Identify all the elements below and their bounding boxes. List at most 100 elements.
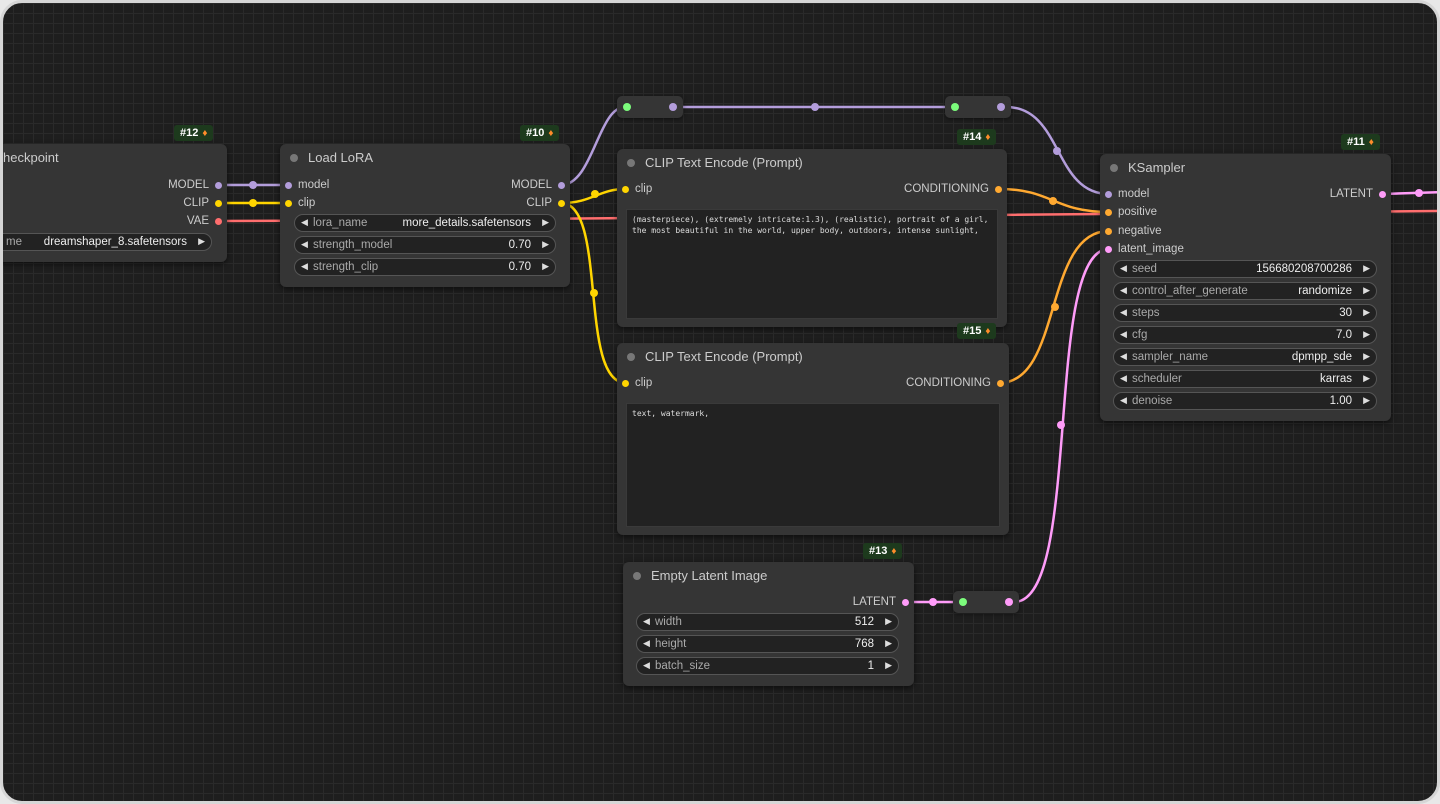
reroute-output-dot[interactable] — [997, 103, 1005, 111]
port-dot[interactable] — [1105, 228, 1112, 235]
arrow-right-icon[interactable]: ▶ — [1363, 263, 1370, 274]
port-dot[interactable] — [285, 182, 292, 189]
arrow-left-icon[interactable]: ◀ — [1120, 395, 1127, 406]
reroute-node[interactable] — [617, 96, 683, 118]
output-model[interactable]: MODEL — [168, 176, 227, 194]
reroute-input-dot[interactable] — [959, 598, 967, 606]
reroute-output-dot[interactable] — [1005, 598, 1013, 606]
arrow-right-icon[interactable]: ▶ — [1363, 373, 1370, 384]
arrow-right-icon[interactable]: ▶ — [1363, 285, 1370, 296]
arrow-left-icon[interactable]: ◀ — [1120, 285, 1127, 296]
node-title[interactable]: CLIP Text Encode (Prompt) — [617, 149, 1007, 177]
arrow-left-icon[interactable]: ◀ — [643, 616, 650, 627]
prompt-textarea[interactable]: (masterpiece), (extremely intricate:1.3)… — [626, 209, 998, 319]
arrow-left-icon[interactable]: ◀ — [1120, 373, 1127, 384]
port-dot[interactable] — [558, 200, 565, 207]
port-dot[interactable] — [1379, 191, 1386, 198]
input-model[interactable]: model — [1100, 185, 1149, 203]
arrow-right-icon[interactable]: ▶ — [885, 660, 892, 671]
arrow-right-icon[interactable]: ▶ — [542, 261, 549, 272]
ksampler-node[interactable]: KSampler model positive negative latent_… — [1100, 154, 1391, 421]
output-model[interactable]: MODEL — [511, 176, 570, 194]
port-dot[interactable] — [622, 380, 629, 387]
port-dot[interactable] — [902, 599, 909, 606]
lora-name-widget[interactable]: ◀ lora_name more_details.safetensors ▶ — [294, 214, 556, 232]
arrow-left-icon[interactable]: ◀ — [301, 261, 308, 272]
load-lora-node[interactable]: Load LoRA model clip MODEL CLIP ◀ lora_n… — [280, 144, 570, 287]
output-conditioning[interactable]: CONDITIONING — [904, 180, 1007, 198]
reroute-output-dot[interactable] — [669, 103, 677, 111]
sampler-name-widget[interactable]: ◀ sampler_name dpmpp_sde ▶ — [1113, 348, 1377, 366]
arrow-left-icon[interactable]: ◀ — [1120, 329, 1127, 340]
reroute-node[interactable] — [953, 591, 1019, 613]
scheduler-widget[interactable]: ◀ scheduler karras ▶ — [1113, 370, 1377, 388]
checkpoint-loader-node[interactable]: heckpoint MODEL CLIP VAE me dreamshaper_… — [3, 144, 227, 262]
arrow-left-icon[interactable]: ◀ — [1120, 307, 1127, 318]
node-title[interactable]: heckpoint — [3, 144, 227, 172]
arrow-right-icon[interactable]: ▶ — [1363, 329, 1370, 340]
prompt-textarea[interactable]: text, watermark, — [626, 403, 1000, 527]
port-dot[interactable] — [1105, 209, 1112, 216]
arrow-left-icon[interactable]: ◀ — [643, 660, 650, 671]
reroute-input-dot[interactable] — [623, 103, 631, 111]
node-title[interactable]: KSampler — [1100, 154, 1391, 182]
port-dot[interactable] — [215, 182, 222, 189]
clip-text-encode-positive-node[interactable]: CLIP Text Encode (Prompt) clip CONDITION… — [617, 149, 1007, 327]
input-positive[interactable]: positive — [1100, 203, 1157, 221]
collapse-dot[interactable] — [1110, 164, 1118, 172]
control-after-generate-widget[interactable]: ◀ control_after_generate randomize ▶ — [1113, 282, 1377, 300]
input-negative[interactable]: negative — [1100, 222, 1161, 240]
port-dot[interactable] — [1105, 191, 1112, 198]
output-clip[interactable]: CLIP — [183, 194, 227, 212]
port-dot[interactable] — [558, 182, 565, 189]
output-latent[interactable]: LATENT — [853, 593, 914, 611]
reroute-input-dot[interactable] — [951, 103, 959, 111]
arrow-left-icon[interactable]: ◀ — [1120, 351, 1127, 362]
input-latent-image[interactable]: latent_image — [1100, 240, 1184, 258]
width-widget[interactable]: ◀ width 512 ▶ — [636, 613, 899, 631]
input-clip[interactable]: clip — [617, 374, 652, 392]
node-graph-canvas[interactable]: #12 ♦ heckpoint MODEL CLIP VAE me dreamsh… — [0, 0, 1440, 804]
arrow-right-icon[interactable]: ▶ — [885, 616, 892, 627]
port-dot[interactable] — [215, 200, 222, 207]
arrow-right-icon[interactable]: ▶ — [1363, 395, 1370, 406]
denoise-widget[interactable]: ◀ denoise 1.00 ▶ — [1113, 392, 1377, 410]
output-latent[interactable]: LATENT — [1330, 185, 1391, 203]
steps-widget[interactable]: ◀ steps 30 ▶ — [1113, 304, 1377, 322]
collapse-dot[interactable] — [627, 159, 635, 167]
arrow-right-icon[interactable]: ▶ — [885, 638, 892, 649]
cfg-widget[interactable]: ◀ cfg 7.0 ▶ — [1113, 326, 1377, 344]
node-title[interactable]: Load LoRA — [280, 144, 570, 172]
port-dot[interactable] — [995, 186, 1002, 193]
port-dot[interactable] — [285, 200, 292, 207]
output-clip[interactable]: CLIP — [526, 194, 570, 212]
empty-latent-image-node[interactable]: Empty Latent Image LATENT ◀ width 512 ▶ … — [623, 562, 914, 686]
height-widget[interactable]: ◀ height 768 ▶ — [636, 635, 899, 653]
port-dot[interactable] — [622, 186, 629, 193]
arrow-left-icon[interactable]: ◀ — [1120, 263, 1127, 274]
reroute-node[interactable] — [945, 96, 1011, 118]
input-clip[interactable]: clip — [280, 194, 315, 212]
ckpt-name-widget[interactable]: me dreamshaper_8.safetensors ▶ — [3, 233, 212, 251]
batch-size-widget[interactable]: ◀ batch_size 1 ▶ — [636, 657, 899, 675]
clip-text-encode-negative-node[interactable]: CLIP Text Encode (Prompt) clip CONDITION… — [617, 343, 1009, 535]
seed-widget[interactable]: ◀ seed 156680208700286 ▶ — [1113, 260, 1377, 278]
arrow-right-icon[interactable]: ▶ — [1363, 307, 1370, 318]
arrow-right-icon[interactable]: ▶ — [542, 239, 549, 250]
output-conditioning[interactable]: CONDITIONING — [906, 374, 1009, 392]
arrow-left-icon[interactable]: ◀ — [643, 638, 650, 649]
strength-clip-widget[interactable]: ◀ strength_clip 0.70 ▶ — [294, 258, 556, 276]
collapse-dot[interactable] — [290, 154, 298, 162]
node-title[interactable]: Empty Latent Image — [623, 562, 914, 590]
arrow-right-icon[interactable]: ▶ — [198, 236, 205, 247]
arrow-left-icon[interactable]: ◀ — [301, 239, 308, 250]
collapse-dot[interactable] — [627, 353, 635, 361]
arrow-left-icon[interactable]: ◀ — [301, 217, 308, 228]
input-model[interactable]: model — [280, 176, 329, 194]
port-dot[interactable] — [1105, 246, 1112, 253]
output-vae[interactable]: VAE — [187, 212, 227, 230]
collapse-dot[interactable] — [633, 572, 641, 580]
node-title[interactable]: CLIP Text Encode (Prompt) — [617, 343, 1009, 371]
input-clip[interactable]: clip — [617, 180, 652, 198]
arrow-right-icon[interactable]: ▶ — [542, 217, 549, 228]
